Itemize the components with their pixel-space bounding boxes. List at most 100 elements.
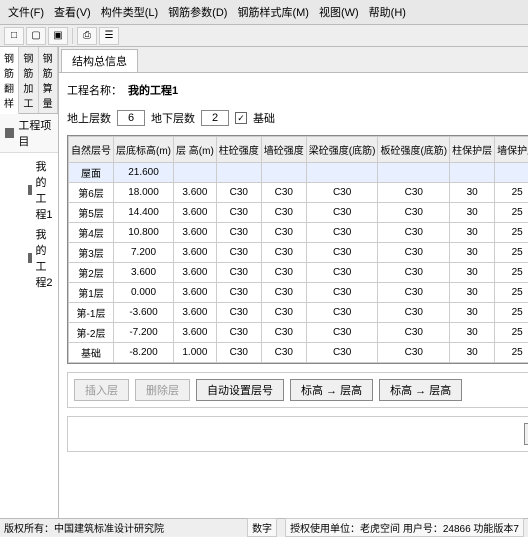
table-cell[interactable]: C30 (378, 243, 450, 263)
column-header[interactable]: 层底标高(m) (114, 137, 174, 163)
column-header[interactable]: 自然层号 (69, 137, 114, 163)
table-cell[interactable]: C30 (261, 263, 306, 283)
delete-floor-button[interactable]: 删除层 (135, 379, 190, 401)
menu-item-0[interactable]: 文件(F) (4, 2, 48, 22)
table-cell[interactable]: 25 (495, 243, 528, 263)
table-cell[interactable]: C30 (216, 223, 261, 243)
table-cell[interactable]: C30 (306, 183, 378, 203)
column-header[interactable]: 梁砼强度(底筋) (306, 137, 378, 163)
table-cell[interactable]: 30 (450, 343, 495, 363)
table-row[interactable]: 第3层7.2003.600C30C30C30C3030252515 (69, 243, 528, 263)
table-cell[interactable]: 第-1层 (69, 303, 114, 323)
table-cell[interactable]: 基础 (69, 343, 114, 363)
table-cell[interactable]: 第-2层 (69, 323, 114, 343)
table-cell[interactable]: C30 (306, 343, 378, 363)
auto-number-button[interactable]: 自动设置层号 (196, 379, 284, 401)
table-cell[interactable]: C30 (378, 343, 450, 363)
table-cell[interactable] (306, 163, 378, 183)
table-cell[interactable]: 30 (450, 303, 495, 323)
table-cell[interactable]: 18.000 (114, 183, 174, 203)
toolbar-open-icon[interactable]: ▢ (26, 27, 46, 45)
table-cell[interactable]: C30 (216, 183, 261, 203)
column-header[interactable]: 柱砼强度 (216, 137, 261, 163)
table-cell[interactable]: 3.600 (174, 223, 217, 243)
table-cell[interactable]: 25 (495, 283, 528, 303)
table-cell[interactable]: C30 (216, 203, 261, 223)
table-cell[interactable]: C30 (378, 283, 450, 303)
ok-button[interactable]: 确 定 (524, 423, 528, 445)
table-cell[interactable]: C30 (306, 243, 378, 263)
table-cell[interactable]: 3.600 (174, 303, 217, 323)
table-cell[interactable]: 30 (450, 223, 495, 243)
table-cell[interactable]: 21.600 (114, 163, 174, 183)
table-cell[interactable]: C30 (261, 183, 306, 203)
table-cell[interactable]: 30 (450, 203, 495, 223)
table-cell[interactable]: 25 (495, 203, 528, 223)
table-cell[interactable]: C30 (261, 283, 306, 303)
table-cell[interactable]: 3.600 (174, 323, 217, 343)
menu-item-4[interactable]: 钢筋样式库(M) (233, 2, 313, 22)
table-cell[interactable]: C30 (306, 303, 378, 323)
table-cell[interactable]: -7.200 (114, 323, 174, 343)
table-cell[interactable]: 第2层 (69, 263, 114, 283)
column-header[interactable]: 墙砼强度 (261, 137, 306, 163)
column-header[interactable]: 层 高(m) (174, 137, 217, 163)
table-cell[interactable]: C30 (378, 323, 450, 343)
table-cell[interactable] (378, 163, 450, 183)
table-cell[interactable]: C30 (261, 203, 306, 223)
tab-structure-info[interactable]: 结构总信息 (61, 49, 138, 72)
below-floors-input[interactable] (201, 110, 229, 126)
table-cell[interactable]: 25 (495, 323, 528, 343)
toolbar-print-icon[interactable]: ⎙ (77, 27, 97, 45)
table-cell[interactable]: 25 (495, 223, 528, 243)
table-cell[interactable]: 25 (495, 343, 528, 363)
table-cell[interactable]: 3.600 (174, 283, 217, 303)
tree-item-project1[interactable]: 我的工程1 (2, 156, 56, 224)
menu-item-1[interactable]: 查看(V) (50, 2, 95, 22)
table-row[interactable]: 第6层18.0003.600C30C30C30C3030252515 (69, 183, 528, 203)
side-tab-fanyang[interactable]: 钢筋翻样 (0, 47, 19, 114)
table-cell[interactable]: 30 (450, 323, 495, 343)
table-cell[interactable]: 14.400 (114, 203, 174, 223)
menu-item-5[interactable]: 视图(W) (315, 2, 363, 22)
height-to-elev-button[interactable]: 标高 → 层高 (379, 379, 462, 401)
table-cell[interactable]: C30 (378, 223, 450, 243)
insert-floor-button[interactable]: 插入层 (74, 379, 129, 401)
table-cell[interactable]: 第4层 (69, 223, 114, 243)
foundation-checkbox[interactable]: ✓ (235, 112, 247, 124)
table-cell[interactable]: C30 (378, 203, 450, 223)
table-cell[interactable]: C30 (306, 263, 378, 283)
table-cell[interactable]: 第6层 (69, 183, 114, 203)
table-cell[interactable]: 屋面 (69, 163, 114, 183)
table-cell[interactable]: 30 (450, 283, 495, 303)
table-cell[interactable]: 第3层 (69, 243, 114, 263)
table-row[interactable]: 第5层14.4003.600C30C30C30C3030252515 (69, 203, 528, 223)
table-cell[interactable]: 7.200 (114, 243, 174, 263)
table-cell[interactable]: C30 (261, 323, 306, 343)
table-cell[interactable]: 25 (495, 303, 528, 323)
menu-item-6[interactable]: 帮助(H) (365, 2, 410, 22)
toolbar-save-icon[interactable]: ▣ (48, 27, 68, 45)
table-cell[interactable]: 3.600 (174, 243, 217, 263)
table-cell[interactable]: 25 (495, 183, 528, 203)
table-cell[interactable]: 30 (450, 183, 495, 203)
table-cell[interactable]: 3.600 (174, 203, 217, 223)
table-cell[interactable] (450, 163, 495, 183)
side-tab-jiagong[interactable]: 钢筋加工 (19, 47, 38, 113)
toolbar-misc-icon[interactable]: ☰ (99, 27, 119, 45)
table-cell[interactable]: C30 (378, 303, 450, 323)
table-cell[interactable]: 30 (450, 263, 495, 283)
table-cell[interactable]: 30 (450, 243, 495, 263)
table-row[interactable]: 第2层3.6003.600C30C30C30C3030252515 (69, 263, 528, 283)
tree-item-project2[interactable]: 我的工程2 (2, 224, 56, 292)
table-row[interactable]: 基础-8.2001.000C30C30C30C3030252515 (69, 343, 528, 363)
table-cell[interactable]: C30 (216, 303, 261, 323)
table-cell[interactable] (174, 163, 217, 183)
table-cell[interactable]: C30 (261, 343, 306, 363)
column-header[interactable]: 柱保护层 (450, 137, 495, 163)
menu-item-2[interactable]: 构件类型(L) (97, 2, 162, 22)
above-floors-input[interactable] (117, 110, 145, 126)
table-row[interactable]: 屋面21.600 (69, 163, 528, 183)
table-row[interactable]: 第-2层-7.2003.600C30C30C30C3030252515 (69, 323, 528, 343)
table-cell[interactable]: C30 (378, 263, 450, 283)
